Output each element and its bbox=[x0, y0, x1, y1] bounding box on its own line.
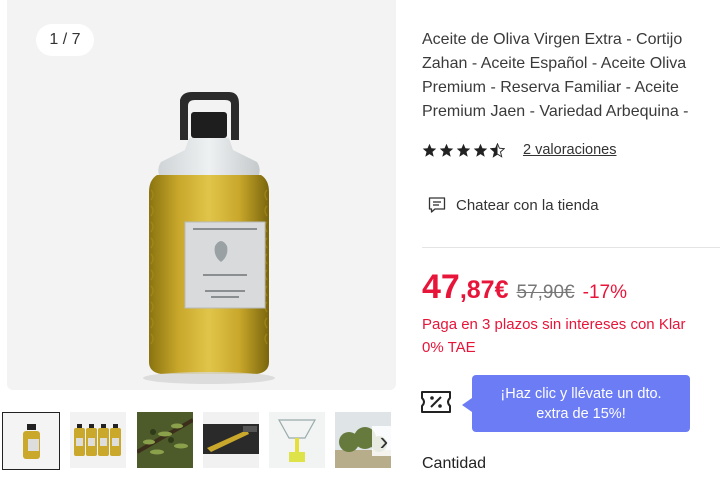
coupon-icon bbox=[421, 391, 451, 413]
price: 47 ,87€ 57,90€ -17% bbox=[422, 268, 627, 307]
chat-with-store-button[interactable]: Chatear con la tienda bbox=[428, 196, 599, 214]
image-counter: 1 / 7 bbox=[36, 24, 94, 56]
price-integer: 47 bbox=[422, 268, 460, 306]
star-icon bbox=[439, 143, 454, 157]
star-icon bbox=[456, 143, 471, 157]
quantity-label: Cantidad bbox=[422, 455, 487, 472]
discount-promo-button[interactable]: ¡Haz clic y llévate un dto. extra de 15%… bbox=[462, 375, 690, 432]
thumbnail-olive-oil-bottle[interactable] bbox=[2, 412, 60, 470]
promo-line-1: ¡Haz clic y llévate un dto. bbox=[500, 385, 662, 402]
original-price: 57,90€ bbox=[516, 282, 575, 303]
thumbnail-olive-oil-pour[interactable] bbox=[203, 412, 261, 470]
chevron-right-icon[interactable]: › bbox=[372, 426, 396, 456]
star-icon bbox=[422, 143, 437, 157]
chat-icon bbox=[428, 197, 446, 213]
thumbnail-strip: › bbox=[0, 412, 396, 472]
product-main-image[interactable] bbox=[7, 0, 396, 390]
thumbnail-olive-oil-glass-drop[interactable] bbox=[269, 412, 327, 470]
installments-line-1: Paga en 3 plazos sin intereses con Klar bbox=[422, 316, 686, 333]
price-decimal: ,87€ bbox=[459, 276, 509, 304]
discount-badge: -17% bbox=[582, 282, 627, 303]
installments-info[interactable]: Paga en 3 plazos sin intereses con Klar … bbox=[422, 313, 720, 361]
star-icon bbox=[473, 143, 488, 157]
divider bbox=[422, 247, 720, 248]
product-image-gallery[interactable]: 1 / 7 bbox=[7, 0, 396, 390]
chat-label: Chatear con la tienda bbox=[456, 196, 599, 214]
rating-stars bbox=[422, 142, 505, 158]
reviews-link[interactable]: 2 valoraciones bbox=[523, 142, 617, 158]
promo-line-2: extra de 15%! bbox=[536, 405, 626, 422]
product-rating[interactable]: 2 valoraciones bbox=[422, 142, 617, 158]
product-title: Aceite de Oliva Virgen Extra - Cortijo Z… bbox=[422, 31, 689, 120]
star-half-icon bbox=[490, 142, 505, 158]
installments-line-2: 0% TAE bbox=[422, 339, 476, 356]
thumbnail-olive-tree-branch[interactable] bbox=[137, 412, 195, 470]
thumbnail-olive-oil-bottles-group[interactable] bbox=[70, 412, 128, 470]
